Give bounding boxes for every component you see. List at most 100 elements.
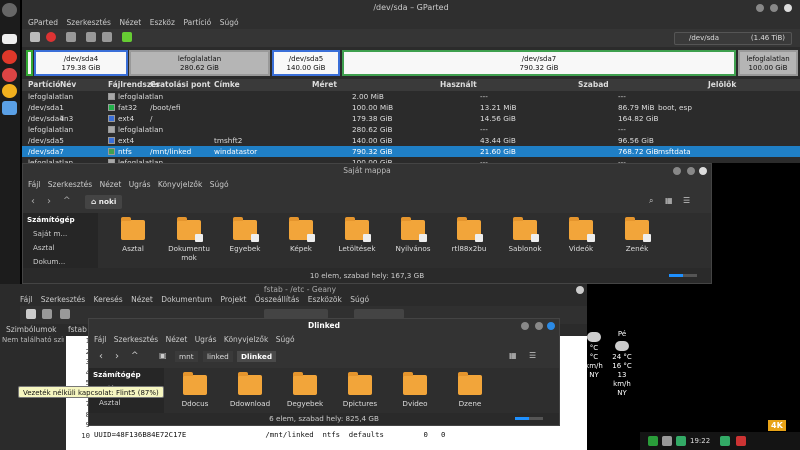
maximize-button[interactable] bbox=[770, 4, 778, 12]
folder-item[interactable]: Sablonok bbox=[503, 217, 547, 253]
up-icon[interactable]: ^ bbox=[131, 351, 139, 361]
folder-item[interactable]: rtl88x2bu bbox=[447, 217, 491, 253]
menu-file[interactable]: Fájl bbox=[28, 178, 40, 191]
menu-view[interactable]: Nézet bbox=[100, 178, 122, 191]
tray-app-icon[interactable] bbox=[662, 436, 672, 446]
col-partition[interactable]: Partíció bbox=[28, 79, 60, 91]
crumb-mnt[interactable]: mnt bbox=[175, 351, 198, 362]
folder-item[interactable]: Képek bbox=[279, 217, 323, 253]
forward-icon[interactable]: › bbox=[47, 196, 51, 207]
minimize-button[interactable] bbox=[673, 167, 681, 175]
folder-item[interactable]: Nyilvános bbox=[391, 217, 435, 253]
menu-help[interactable]: Súgó bbox=[276, 333, 295, 346]
partition-block[interactable]: /dev/sda5 140.00 GiB bbox=[272, 50, 340, 76]
table-row[interactable]: /dev/sda5 ext4 tmshft2 140.00 GiB 43.44 GiB 9… bbox=[22, 135, 800, 146]
grid-view-icon[interactable]: ▦ bbox=[509, 351, 517, 360]
back-icon[interactable]: ‹ bbox=[99, 351, 103, 362]
table-row[interactable]: /dev/sda1 fat32/boot/efi 100.00 MiB 13.21 M… bbox=[22, 102, 800, 113]
menu-tools[interactable]: Eszközök bbox=[308, 294, 342, 306]
col-flags[interactable]: Jelölők bbox=[708, 79, 736, 91]
save-icon[interactable] bbox=[60, 309, 70, 319]
close-button[interactable] bbox=[576, 286, 584, 294]
folder-item[interactable]: Dpictures bbox=[338, 372, 382, 408]
copy-icon[interactable] bbox=[86, 32, 96, 42]
partition-block[interactable]: lefoglalatlan 100.00 GiB bbox=[738, 50, 798, 76]
apply-icon[interactable] bbox=[122, 32, 132, 42]
partition-block[interactable]: lefoglalatlan 280.62 GiB bbox=[129, 50, 270, 76]
menu-view[interactable]: Nézet bbox=[166, 333, 188, 346]
menu-bookmarks[interactable]: Könyvjelzők bbox=[224, 333, 268, 346]
menu-help[interactable]: Súgó bbox=[220, 16, 239, 29]
clock[interactable]: 19:22 bbox=[690, 437, 710, 445]
partition-block[interactable]: /dev/sda7 790.32 GiB bbox=[342, 50, 736, 76]
minimize-button[interactable] bbox=[756, 4, 764, 12]
menu-view[interactable]: Nézet bbox=[131, 294, 153, 306]
table-row[interactable]: lefoglalatlan lefoglalatlan 2.00 MiB --- --- bbox=[22, 91, 800, 102]
col-name[interactable]: Név bbox=[60, 79, 76, 91]
device-selector[interactable]: /dev/sda (1.46 TiB) bbox=[674, 32, 792, 45]
list-view-icon[interactable]: ☰ bbox=[683, 196, 690, 205]
col-used[interactable]: Használt bbox=[440, 79, 477, 91]
folder-item[interactable]: Zenék bbox=[615, 217, 659, 253]
path-button[interactable]: ⌂ noki bbox=[85, 195, 123, 209]
folder-item[interactable]: Dzene bbox=[448, 372, 492, 408]
drive-icon[interactable]: ▣ bbox=[159, 351, 167, 360]
partition-block[interactable]: /dev/sda4 179.38 GiB bbox=[34, 50, 128, 76]
close-button[interactable] bbox=[699, 167, 707, 175]
tray-app-icon[interactable] bbox=[648, 436, 658, 446]
table-row[interactable]: lefoglalatlan lefoglalatlan 280.62 GiB --- -… bbox=[22, 124, 800, 135]
folder-item[interactable]: Dvideo bbox=[393, 372, 437, 408]
col-size[interactable]: Méret bbox=[312, 79, 337, 91]
partition-block[interactable] bbox=[26, 50, 33, 76]
menu-edit[interactable]: Szerkesztés bbox=[114, 333, 158, 346]
open-icon[interactable] bbox=[42, 309, 52, 319]
menu-search[interactable]: Keresés bbox=[94, 294, 123, 306]
maximize-button[interactable] bbox=[687, 167, 695, 175]
folder-item[interactable]: Ddocus bbox=[173, 372, 217, 408]
menu-view[interactable]: Nézet bbox=[120, 16, 142, 29]
tray-app-icon[interactable] bbox=[676, 436, 686, 446]
chrome-icon[interactable] bbox=[2, 84, 17, 98]
zoom-slider[interactable] bbox=[669, 274, 697, 277]
sidebar-item-documents[interactable]: Dokum... bbox=[23, 255, 98, 269]
col-mountpoint[interactable]: Csatolási pont bbox=[150, 79, 211, 91]
sidebar-item-home[interactable]: Saját m... bbox=[23, 227, 98, 241]
maximize-button[interactable] bbox=[535, 322, 543, 330]
menu-device[interactable]: Eszköz bbox=[150, 16, 175, 29]
table-row[interactable]: /dev/sda7 ntfs/mnt/linked windatastor 790.3… bbox=[22, 146, 800, 157]
folder-item[interactable]: Degyebek bbox=[283, 372, 327, 408]
folder-item[interactable]: Egyebek bbox=[223, 217, 267, 253]
zoom-slider[interactable] bbox=[515, 417, 543, 420]
folder-item[interactable]: Videók bbox=[559, 217, 603, 253]
workspace-icon[interactable] bbox=[2, 34, 17, 44]
menu-go[interactable]: Ugrás bbox=[129, 178, 151, 191]
crumb-dlinked[interactable]: Dlinked bbox=[237, 351, 277, 362]
menu-document[interactable]: Dokumentum bbox=[161, 294, 212, 306]
grid-view-icon[interactable]: ▦ bbox=[665, 196, 673, 205]
new-file-icon[interactable] bbox=[26, 309, 36, 319]
sidebar-item-desktop[interactable]: Asztal bbox=[23, 241, 98, 255]
menu-edit[interactable]: Szerkesztés bbox=[41, 294, 85, 306]
list-view-icon[interactable]: ☰ bbox=[529, 351, 536, 360]
folder-item[interactable]: Dokumentumok bbox=[167, 217, 211, 262]
app-icon[interactable] bbox=[2, 68, 17, 82]
resize-icon[interactable] bbox=[66, 32, 76, 42]
tray-app-icon[interactable] bbox=[736, 436, 746, 446]
close-button[interactable] bbox=[547, 322, 555, 330]
menu-file[interactable]: Fájl bbox=[20, 294, 32, 306]
paste-icon[interactable] bbox=[102, 32, 112, 42]
table-row[interactable]: /dev/sda4 lin3 ext4 / 179.38 GiB 14.56 GiB 164… bbox=[22, 113, 800, 124]
menu-project[interactable]: Projekt bbox=[221, 294, 247, 306]
folder-item[interactable]: Ddownload bbox=[228, 372, 272, 408]
menu-build[interactable]: Összeállítás bbox=[255, 294, 300, 306]
menu-go[interactable]: Ugrás bbox=[195, 333, 217, 346]
menu-edit[interactable]: Szerkesztés bbox=[48, 178, 92, 191]
delete-icon[interactable] bbox=[46, 32, 56, 42]
up-icon[interactable]: ^ bbox=[63, 196, 71, 206]
col-free[interactable]: Szabad bbox=[578, 79, 609, 91]
new-icon[interactable] bbox=[30, 32, 40, 42]
tab-fstab[interactable]: fstab bbox=[68, 324, 87, 336]
folder-item[interactable]: Letöltések bbox=[335, 217, 379, 253]
files-icon[interactable] bbox=[2, 101, 17, 115]
menu-partition[interactable]: Partíció bbox=[184, 16, 212, 29]
